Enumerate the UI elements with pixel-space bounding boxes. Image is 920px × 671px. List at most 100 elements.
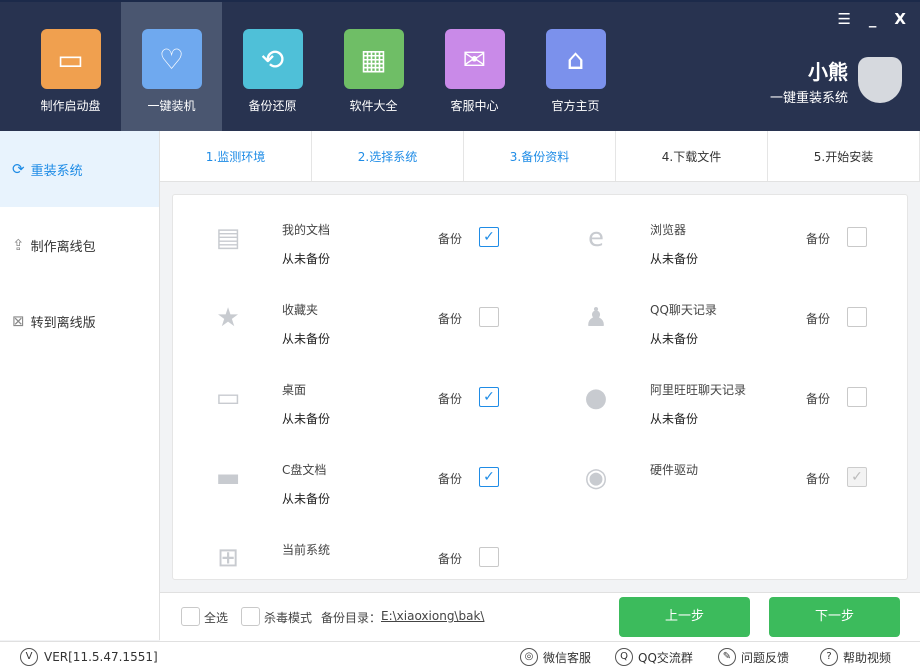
backup-item: ▭ 桌面 从未备份 备份 ✓ xyxy=(173,361,541,441)
nav-customer-service[interactable]: ✉客服中心 xyxy=(424,2,525,133)
version-info: V VER[11.5.47.1551] xyxy=(20,648,158,666)
sidebar-item[interactable]: ⟳重装系统 xyxy=(0,131,159,207)
one-click-install-icon: ♡ xyxy=(142,29,202,89)
backup-label: 备份 xyxy=(806,230,830,247)
backup-checkbox[interactable] xyxy=(847,307,867,327)
backup-checkbox[interactable] xyxy=(479,307,499,327)
item-title: 当前系统 xyxy=(282,541,330,558)
backup-item: e 浏览器 从未备份 备份 xyxy=(541,201,909,281)
backup-checkbox[interactable] xyxy=(847,227,867,247)
nav-label: 官方主页 xyxy=(525,97,626,114)
document-icon: ▤ xyxy=(213,223,243,253)
feedback-link[interactable]: ✎问题反馈 xyxy=(718,648,789,666)
step-2: 2.选择系统 xyxy=(312,131,464,181)
wechat-service-link[interactable]: ◎ 微信客服 xyxy=(520,648,591,666)
item-title: QQ聊天记录 xyxy=(650,301,717,318)
bottom-bar: 全选 杀毒模式 备份目录： E:\xiaoxiong\bak\ 上一步 下一步 xyxy=(160,592,920,641)
wangwang-icon: ● xyxy=(581,383,611,413)
qq-group-link[interactable]: Q QQ交流群 xyxy=(615,648,693,666)
backup-label: 备份 xyxy=(438,550,462,567)
qq-icon: Q xyxy=(615,648,633,666)
star-icon: ★ xyxy=(213,303,243,333)
backup-label: 备份 xyxy=(438,390,462,407)
sidebar-item[interactable]: ⊠转到离线版 xyxy=(0,283,159,359)
backup-label: 备份 xyxy=(438,310,462,327)
antivirus-mode-label: 杀毒模式 xyxy=(264,609,312,626)
version-text: VER[11.5.47.1551] xyxy=(44,650,158,664)
select-all-label: 全选 xyxy=(204,609,228,626)
backup-item: ◉ 硬件驱动 备份 ✓ xyxy=(541,441,909,521)
windows-icon: ⊞ xyxy=(213,543,243,573)
backup-item: ▤ 我的文档 从未备份 备份 ✓ xyxy=(173,201,541,281)
backup-dir-link[interactable]: E:\xiaoxiong\bak\ xyxy=(381,609,484,623)
link-label: 微信客服 xyxy=(543,649,591,666)
link-label: 帮助视频 xyxy=(843,649,891,666)
item-status: 从未备份 xyxy=(282,410,330,427)
item-status: 从未备份 xyxy=(282,490,330,507)
sidebar: ⟳重装系统 ⇪ 制作离线包 ⊠转到离线版 xyxy=(0,131,160,640)
prev-step-button[interactable]: 上一步 xyxy=(619,597,750,637)
item-title: 收藏夹 xyxy=(282,301,318,318)
backup-item: ♟ QQ聊天记录 从未备份 备份 xyxy=(541,281,909,361)
nav-one-click-install[interactable]: ♡ 一键装机 xyxy=(121,2,222,133)
hard-disk-icon: ◉ xyxy=(581,463,611,493)
sidebar-item-label: 制作离线包 xyxy=(31,236,96,255)
close-icon[interactable]: X xyxy=(894,10,906,28)
item-status: 从未备份 xyxy=(650,410,698,427)
help-video-link[interactable]: ? 帮助视频 xyxy=(820,648,891,666)
bear-logo-icon xyxy=(858,57,902,103)
wechat-icon: ◎ xyxy=(520,648,538,666)
item-title: 桌面 xyxy=(282,381,306,398)
item-title: 我的文档 xyxy=(282,221,330,238)
step-1: 1.监测环境 xyxy=(160,131,312,181)
step-4: 4.下载文件 xyxy=(616,131,768,181)
sidebar-item[interactable]: ⇪ 制作离线包 xyxy=(0,207,159,283)
ie-icon: e xyxy=(581,223,611,253)
backup-label: 备份 xyxy=(806,470,830,487)
backup-checkbox: ✓ xyxy=(847,467,867,487)
nav-official-site[interactable]: ⌂ 官方主页 xyxy=(525,2,626,133)
backup-label: 备份 xyxy=(438,470,462,487)
nav-label: 一键装机 xyxy=(121,97,222,114)
help-icon: ? xyxy=(820,648,838,666)
link-label: QQ交流群 xyxy=(638,649,693,666)
item-title: 硬件驱动 xyxy=(650,461,698,478)
backup-checkbox[interactable]: ✓ xyxy=(479,227,499,247)
nav-software[interactable]: ▦ 软件大全 xyxy=(323,2,424,133)
backup-label: 备份 xyxy=(806,310,830,327)
make-boot-disk-icon: ▭ xyxy=(41,29,101,89)
customer-service-icon: ✉ xyxy=(445,29,505,89)
next-step-button[interactable]: 下一步 xyxy=(769,597,900,637)
chevron-down-icon[interactable]: V xyxy=(20,648,38,666)
window-controls: ☰ _ X xyxy=(837,10,906,28)
backup-checkbox[interactable] xyxy=(847,387,867,407)
menu-icon[interactable]: ☰ xyxy=(837,10,850,28)
item-status: 从未备份 xyxy=(282,330,330,347)
nav-label: 软件大全 xyxy=(323,97,424,114)
link-label: 问题反馈 xyxy=(741,649,789,666)
step-3: 3.备份资料 xyxy=(464,131,616,181)
minimize-icon[interactable]: _ xyxy=(869,10,877,28)
backup-checkbox[interactable]: ✓ xyxy=(479,387,499,407)
backup-item: ⊞ 当前系统 备份 xyxy=(173,521,541,601)
offline-icon: ⊠ xyxy=(12,312,25,330)
brand-subtitle: 一键重装系统 xyxy=(770,87,848,106)
folder-icon: ▬ xyxy=(213,463,243,493)
brand-name: 小熊 xyxy=(770,56,848,85)
official-site-icon: ⌂ xyxy=(546,29,606,89)
backup-checkbox[interactable] xyxy=(479,547,499,567)
step-bar: 1.监测环境2.选择系统3.备份资料4.下载文件5.开始安装 xyxy=(160,131,920,182)
backup-restore-icon: ⟲ xyxy=(243,29,303,89)
item-status: 从未备份 xyxy=(650,330,698,347)
monitor-icon: ▭ xyxy=(213,383,243,413)
select-all-checkbox[interactable] xyxy=(181,607,200,626)
software-icon: ▦ xyxy=(344,29,404,89)
qq-icon: ♟ xyxy=(581,303,611,333)
nav-backup-restore[interactable]: ⟲备份还原 xyxy=(222,2,323,133)
backup-label: 备份 xyxy=(438,230,462,247)
upload-box-icon: ⇪ xyxy=(12,236,25,254)
antivirus-mode-checkbox[interactable] xyxy=(241,607,260,626)
sidebar-item-label: 重装系统 xyxy=(31,160,83,179)
nav-make-boot-disk[interactable]: ▭制作启动盘 xyxy=(20,2,121,133)
backup-checkbox[interactable]: ✓ xyxy=(479,467,499,487)
